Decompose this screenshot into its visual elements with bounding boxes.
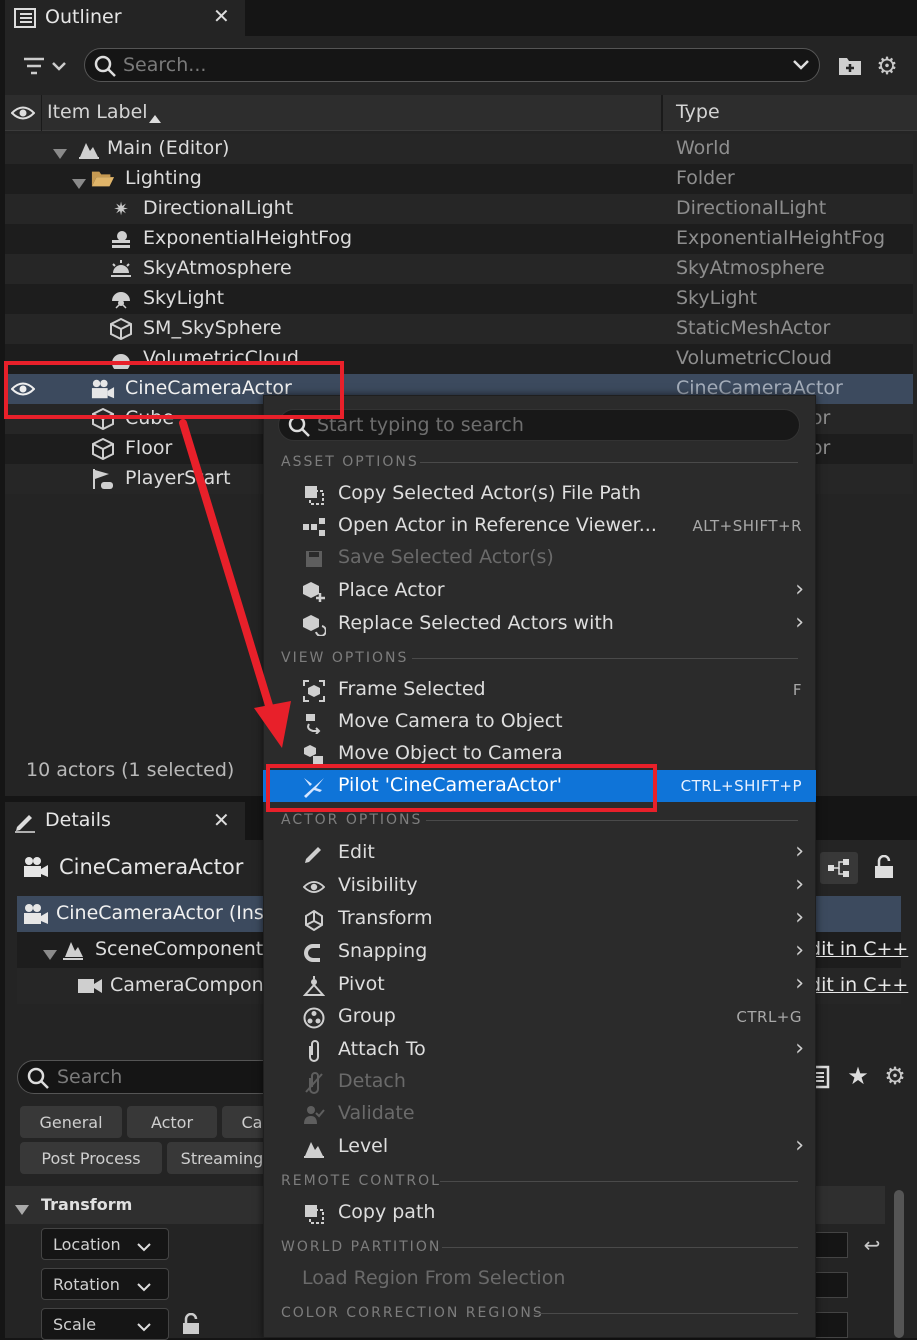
annotation-arrow xyxy=(179,419,291,748)
